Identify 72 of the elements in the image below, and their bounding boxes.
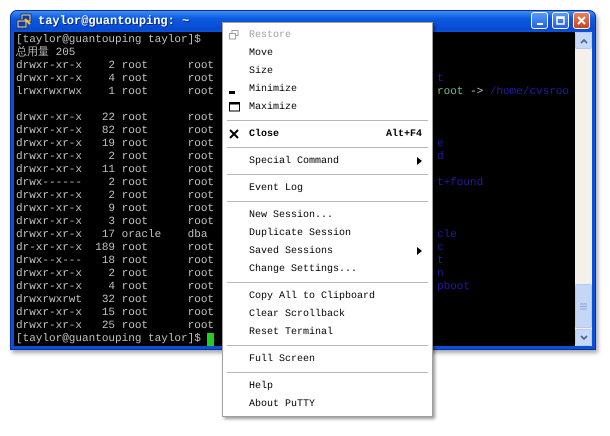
terminal-line: 总用量 205 [16, 47, 76, 60]
menu-item[interactable]: Size [225, 62, 430, 80]
terminal-text: e [437, 138, 444, 150]
minimize-icon [229, 90, 235, 94]
terminal-line: [taylor@guantouping taylor]$ [16, 34, 201, 46]
terminal-line: drwxr-xr-x 15 root root [16, 307, 214, 320]
terminal-line: drwxr-xr-x 4 root root [16, 73, 214, 86]
terminal-line: drwxr-xr-x 3 root root [16, 216, 214, 229]
menu-item[interactable]: Reset Terminal [225, 323, 430, 341]
terminal-text: c [437, 242, 444, 254]
terminal-line: drwxr-xr-x 19 root root [16, 138, 214, 151]
menu-item[interactable]: Full Screen [225, 350, 430, 368]
terminal-text: -> [469, 86, 484, 98]
chevron-up-icon [580, 38, 588, 44]
terminal-line: drwxr-xr-x 2 root root [16, 190, 214, 203]
menu-item[interactable]: Change Settings... [225, 260, 430, 278]
terminal-line: drwx------ 2 root root [16, 177, 214, 190]
terminal-line: drwxr-xr-x 9 root root [16, 203, 214, 216]
terminal-text: root [437, 86, 464, 98]
terminal-line: drwxr-xr-x 17 oracle dba [16, 229, 208, 242]
menu-item[interactable]: Saved Sessions [225, 242, 430, 260]
terminal-text: t+found [437, 177, 484, 189]
menu-item[interactable]: Copy All to Clipboard [225, 287, 430, 305]
terminal-line: drwxr-xr-x 25 root root [16, 320, 214, 333]
submenu-arrow-icon [417, 157, 422, 165]
minimize-icon [536, 22, 542, 24]
terminal-text: t [437, 73, 444, 85]
menu-item[interactable]: Event Log [225, 179, 430, 197]
terminal-line: [taylor@guantouping taylor]$ [16, 333, 202, 346]
menu-item[interactable]: Duplicate Session [225, 224, 430, 242]
scrollbar-thumb[interactable] [575, 284, 592, 328]
menu-item[interactable]: Special Command [225, 152, 430, 170]
menu-item[interactable]: New Session... [225, 206, 430, 224]
terminal-line: drwxr-xr-x 2 root root [16, 268, 214, 281]
maximize-icon [229, 102, 240, 112]
terminal-line: drwxr-xr-x 2 root root [16, 151, 214, 164]
menu-item[interactable]: Minimize [225, 80, 430, 98]
window-title: taylor@guantouping: ~ [38, 14, 190, 28]
minimize-button[interactable] [531, 12, 548, 29]
terminal-line: drwxr-xr-x 22 root root [16, 112, 214, 125]
terminal-line: drwxr-xr-x 82 root root [16, 125, 214, 138]
restore-icon [229, 30, 239, 40]
terminal-text: n [437, 268, 444, 280]
close-button[interactable] [573, 12, 590, 29]
terminal-line: drwxrwxrwt 32 root root [16, 294, 214, 307]
maximize-icon [556, 16, 565, 25]
submenu-arrow-icon [417, 247, 422, 255]
chevron-down-icon [580, 334, 588, 340]
scroll-down-button[interactable] [575, 329, 592, 346]
menu-item[interactable]: Move [225, 44, 430, 62]
scrollbar[interactable] [575, 32, 592, 346]
terminal-line: drwxr-xr-x 2 root root [16, 60, 214, 73]
terminal-text: d [437, 151, 444, 163]
menu-item[interactable]: Help [225, 377, 430, 395]
close-icon [577, 16, 586, 25]
terminal-text: /home/cvsroo [490, 86, 570, 98]
maximize-button[interactable] [552, 12, 569, 29]
menu-item[interactable]: Close Alt+F4 [225, 125, 430, 143]
terminal-line: drwx--x--- 18 root root [16, 255, 214, 268]
menu-item[interactable]: About PuTTY [225, 395, 430, 413]
terminal-line: drwxr-xr-x 4 root root [16, 281, 214, 294]
app-icon [16, 12, 34, 28]
terminal-text: cle [437, 229, 457, 241]
terminal-line: dr-xr-xr-x 189 root root [16, 242, 214, 255]
terminal-text: t [437, 255, 444, 267]
menu-item[interactable]: Clear Scrollback [225, 305, 430, 323]
terminal-line: lrwxrwxrwx 1 root root [16, 86, 214, 99]
close-icon [229, 129, 239, 139]
terminal-text: pboot [437, 281, 470, 293]
terminal-line: drwxr-xr-x 11 root root [16, 164, 214, 177]
scroll-up-button[interactable] [575, 32, 592, 49]
menu-item[interactable]: Maximize [225, 98, 430, 116]
